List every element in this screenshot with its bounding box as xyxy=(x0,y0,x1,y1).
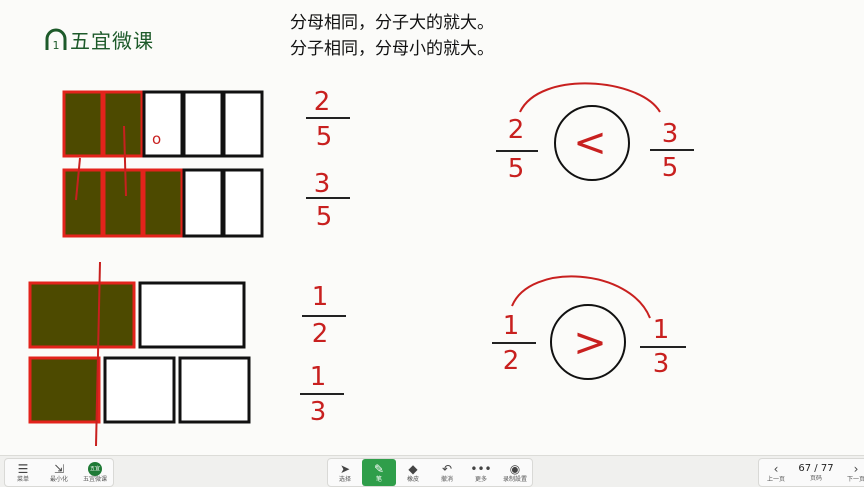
undo-icon: ↶ xyxy=(441,461,453,476)
lesson-drawing: o 2 5 3 5 1 2 1 3 2 5 < 3 5 1 2 > 1 3 xyxy=(28,82,694,447)
toolbar-left-group: ☰ 菜单 ⇲ 最小化 五宜 五宜微课 xyxy=(4,458,114,487)
eraser-tool-button[interactable]: ◆ 橡皮 xyxy=(396,459,430,486)
fraction-2-5: 2 5 xyxy=(306,87,350,152)
unshaded-part xyxy=(142,90,184,158)
comparison-right-denominator: 3 xyxy=(653,349,670,379)
page-indicator[interactable]: 67 / 77 页码 xyxy=(793,459,839,486)
minimize-button[interactable]: ⇲ 最小化 xyxy=(41,459,77,486)
cursor-icon: ➤ xyxy=(339,461,351,476)
page-number: 67 / 77 xyxy=(798,463,834,474)
shaded-part xyxy=(62,90,104,158)
shaded-part xyxy=(142,168,184,238)
select-tool-button[interactable]: ➤ 选择 xyxy=(328,459,362,486)
toolbar-tools-group: ➤ 选择 ✎ 笔 ◆ 橡皮 ↶ 撤消 ••• 更多 ◉ 录制設置 xyxy=(327,458,533,487)
fraction-1-3: 1 3 xyxy=(300,362,344,427)
comparison-symbol: > xyxy=(573,320,607,366)
comparison-arc xyxy=(519,82,661,113)
app-logo-icon: 五宜 xyxy=(88,461,102,476)
pen-icon: ✎ xyxy=(373,461,385,476)
app-button[interactable]: 五宜 五宜微课 xyxy=(77,459,113,486)
bar-model-row1 xyxy=(62,90,264,158)
fraction-numerator: 1 xyxy=(310,362,327,392)
record-settings-button[interactable]: ◉ 录制設置 xyxy=(498,459,532,486)
comparison-right-numerator: 3 xyxy=(662,119,679,149)
undo-button[interactable]: ↶ 撤消 xyxy=(430,459,464,486)
bar-model-row3 xyxy=(28,281,246,349)
unshaded-part xyxy=(178,356,251,424)
shaded-part xyxy=(62,168,104,238)
more-button[interactable]: ••• 更多 xyxy=(464,459,498,486)
fraction-denominator: 2 xyxy=(312,319,329,349)
comparison-1: 2 5 < 3 5 xyxy=(496,82,694,184)
minimize-icon: ⇲ xyxy=(53,461,65,476)
menu-label: 菜单 xyxy=(16,475,29,483)
comparison-2: 1 2 > 1 3 xyxy=(492,275,686,380)
unshaded-part xyxy=(222,90,264,158)
fraction-3-5: 3 5 xyxy=(306,169,350,232)
shaded-part xyxy=(28,281,136,349)
prev-page-button[interactable]: ‹ 上一页 xyxy=(759,459,793,486)
record-label: 录制設置 xyxy=(502,475,527,483)
undo-label: 撤消 xyxy=(440,475,453,483)
chevron-left-icon: ‹ xyxy=(773,461,779,476)
menu-button[interactable]: ☰ 菜单 xyxy=(5,459,41,486)
next-label: 下一页 xyxy=(846,475,864,483)
more-label: 更多 xyxy=(474,475,487,483)
toolbar-page-group: ‹ 上一页 67 / 77 页码 › 下一页 xyxy=(758,458,864,487)
comparison-left-numerator: 1 xyxy=(503,311,520,341)
slide-canvas[interactable]: 1 五宜微课 分母相同，分子大的就大。 分子相同，分母小的就大。 o 2 5 3… xyxy=(0,0,864,455)
unshaded-part xyxy=(182,168,224,238)
menu-icon: ☰ xyxy=(17,461,29,476)
pen-tool-button[interactable]: ✎ 笔 xyxy=(362,459,396,486)
chevron-right-icon: › xyxy=(853,461,859,476)
pen-label: 笔 xyxy=(375,475,382,483)
bar-model-row4 xyxy=(28,356,251,424)
unshaded-part xyxy=(103,356,176,424)
bar-model-row2 xyxy=(62,168,264,238)
shaded-part xyxy=(28,356,101,424)
fraction-1-2: 1 2 xyxy=(302,282,346,349)
fraction-denominator: 5 xyxy=(316,202,333,232)
unshaded-part xyxy=(222,168,264,238)
comparison-right-denominator: 5 xyxy=(662,153,679,183)
shaded-part xyxy=(102,168,144,238)
prev-label: 上一页 xyxy=(766,475,785,483)
eraser-label: 橡皮 xyxy=(406,475,419,483)
shaded-part xyxy=(102,90,144,158)
comparison-left-numerator: 2 xyxy=(508,115,525,145)
unshaded-part xyxy=(182,90,224,158)
comparison-arc xyxy=(511,275,651,319)
record-icon: ◉ xyxy=(509,461,521,476)
fraction-denominator: 3 xyxy=(310,397,327,427)
comparison-left-denominator: 5 xyxy=(508,154,525,184)
fraction-numerator: 1 xyxy=(312,282,329,312)
fraction-denominator: 5 xyxy=(316,122,333,152)
select-label: 选择 xyxy=(338,475,351,483)
page-label: 页码 xyxy=(809,475,822,482)
annotation-mark: o xyxy=(152,130,161,148)
fraction-numerator: 2 xyxy=(314,87,331,117)
more-icon: ••• xyxy=(470,461,492,476)
bottom-toolbar: ☰ 菜单 ⇲ 最小化 五宜 五宜微课 ➤ 选择 ✎ 笔 ◆ 橡皮 ↶ 撤消 ••… xyxy=(0,455,864,487)
comparison-symbol: < xyxy=(573,120,607,166)
app-label: 五宜微课 xyxy=(82,475,107,483)
minimize-label: 最小化 xyxy=(49,475,68,483)
comparison-right-numerator: 1 xyxy=(653,315,670,345)
comparison-left-denominator: 2 xyxy=(503,346,520,376)
eraser-icon: ◆ xyxy=(408,461,418,476)
unshaded-part xyxy=(138,281,246,349)
next-page-button[interactable]: › 下一页 xyxy=(839,459,864,486)
fraction-numerator: 3 xyxy=(314,169,331,199)
